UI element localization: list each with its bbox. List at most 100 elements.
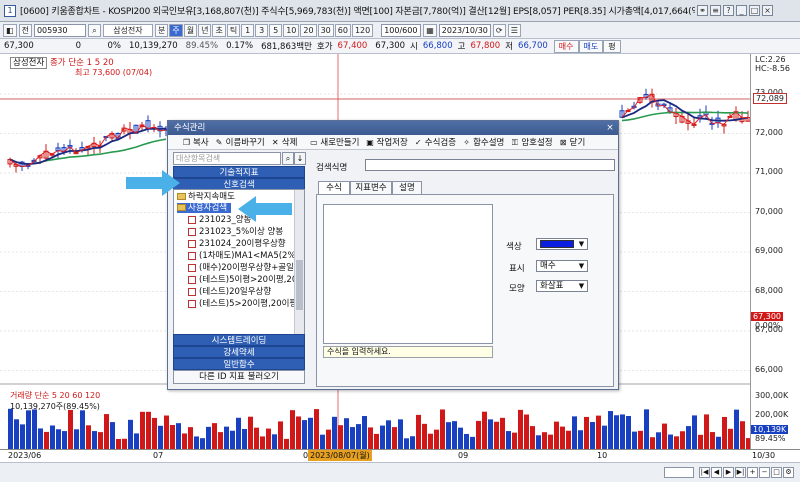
tree-item[interactable]: (테스트)20일우상향 [188, 287, 271, 297]
load-other-id-button[interactable]: 다른 ID 지표 불러오기 [173, 370, 305, 384]
sort-icon[interactable]: ↓ [294, 152, 306, 165]
scroll-thumb[interactable] [296, 260, 303, 310]
volume-bar [524, 414, 529, 449]
period-button[interactable]: 20 [300, 23, 317, 37]
tab-formula[interactable]: 수식 [318, 181, 350, 194]
volume-bar [170, 424, 175, 449]
tree-vertical-scrollbar[interactable] [294, 190, 304, 357]
volume-bar [608, 411, 613, 449]
color-swatch [540, 240, 574, 248]
name-label: 검색식명 [316, 163, 348, 173]
buy-button[interactable]: 매수 [553, 39, 579, 53]
prev-icon[interactable]: ◀ [711, 467, 722, 478]
volume-bar [710, 432, 715, 449]
color-select[interactable]: ▼ [536, 238, 588, 250]
period-button[interactable]: 120 [351, 23, 374, 37]
tree-item[interactable]: 231023_5%이상 양봉 [188, 227, 283, 237]
settings-icon[interactable]: ≡ [710, 5, 721, 16]
time-label: 10/30 [752, 451, 776, 460]
tab-variables[interactable]: 지표변수 [350, 181, 392, 194]
first-icon[interactable]: |◀ [699, 467, 710, 478]
date-input[interactable]: 2023/10/30 [438, 23, 491, 37]
refresh-icon[interactable]: ⟳ [492, 23, 506, 37]
flat-button[interactable]: 평 [603, 39, 621, 53]
tree-folder[interactable]: 하락지속매도 [177, 192, 235, 202]
tree-folder-selected[interactable]: 사용자검색 [177, 203, 232, 213]
volume-bar [440, 409, 445, 449]
scroll-slider[interactable] [664, 467, 694, 478]
search-input[interactable]: 대상항목검색 [173, 152, 281, 165]
tab-description[interactable]: 설명 [392, 181, 422, 194]
close-icon[interactable]: × [762, 5, 773, 16]
tree-item[interactable]: 231024_20이평우상향 [188, 239, 286, 249]
volume-bar [44, 431, 49, 449]
legend-name[interactable]: 삼성전자 [10, 57, 48, 69]
count-input[interactable]: 100/600 [381, 23, 422, 37]
tree-item[interactable]: (매수)20이평우상향+골일 [188, 263, 294, 273]
show-select[interactable]: 매수 ▼ [536, 260, 588, 272]
search-icon[interactable]: ⌕ [282, 152, 294, 165]
window-list-icon[interactable]: ◧ [3, 23, 17, 37]
zoom-in-icon[interactable]: + [747, 467, 758, 478]
link-icon[interactable]: ⚭ [697, 5, 708, 16]
volume-bar [350, 427, 355, 449]
dialog-title[interactable]: 수식관리 [168, 121, 618, 135]
maximize-icon[interactable]: □ [749, 5, 760, 16]
stock-code-input[interactable]: 005930 [33, 23, 86, 37]
next-icon[interactable]: ▶ [723, 467, 734, 478]
shape-select[interactable]: 화살표 ▼ [536, 280, 588, 292]
volume-title[interactable]: 거래량 단순 5 20 60 120 [10, 391, 100, 400]
dialog-close-icon[interactable]: × [605, 123, 615, 133]
category-general-functions[interactable]: 일반함수 [173, 358, 305, 370]
formula-editor[interactable] [323, 204, 493, 344]
last-icon[interactable]: ▶| [735, 467, 746, 478]
period-button[interactable]: 초 [212, 23, 226, 37]
calendar-icon[interactable]: ▦ [423, 23, 437, 37]
tree-item[interactable]: (테스트)5>20이평,20이평 [188, 299, 297, 309]
period-button[interactable]: 1 [241, 23, 255, 37]
volume-bar [140, 411, 145, 449]
period-button[interactable]: 월 [183, 23, 198, 37]
zoom-out-icon[interactable]: − [759, 467, 770, 478]
rename-button[interactable]: ✎ 이름바꾸기 [215, 136, 265, 149]
volume-bar [86, 425, 91, 449]
save-button[interactable]: ▣ 작업저장 [366, 136, 408, 149]
copy-button[interactable]: ❐ 복사 [182, 136, 209, 149]
volume-bar [506, 431, 511, 449]
tree-item[interactable]: (테스트)5이평>20이평,20 [188, 275, 297, 285]
verify-button[interactable]: ✓ 수식검증 [414, 136, 456, 149]
period-button[interactable]: 분 [154, 23, 169, 37]
fit-icon[interactable]: □ [771, 467, 782, 478]
new-button[interactable]: ▭ 새로만들기 [309, 136, 359, 149]
period-button[interactable]: 3 [255, 23, 269, 37]
menu-icon[interactable]: ☰ [507, 23, 521, 37]
prefix-select[interactable]: 전 [18, 23, 32, 37]
volume-bar [650, 437, 655, 449]
settings-icon[interactable]: ⚙ [783, 467, 794, 478]
period-button[interactable]: 틱 [226, 23, 241, 37]
volume-bar [92, 431, 97, 449]
stock-name-field[interactable]: 삼성전자 [102, 23, 153, 37]
help-icon[interactable]: ? [723, 5, 734, 16]
volume-bar [536, 435, 541, 449]
formula-name-input[interactable] [365, 159, 615, 171]
period-button[interactable]: 주 [169, 23, 183, 37]
volume-bar [602, 425, 607, 449]
period-button[interactable]: 년 [198, 23, 212, 37]
change-pct: 0% [107, 41, 122, 51]
function-help-button[interactable]: ✧ 함수설명 [462, 136, 504, 149]
period-button[interactable]: 60 [334, 23, 351, 37]
password-button[interactable]: ⚿ 암호설정 [510, 136, 553, 149]
period-button[interactable]: 10 [283, 23, 300, 37]
tree-item[interactable]: (1차매도)MA1<MA5(2%이 [188, 251, 303, 261]
close-button[interactable]: ⊠ 닫기 [559, 136, 586, 149]
delete-button[interactable]: ✕ 삭제 [271, 136, 298, 149]
sell-button[interactable]: 매도 [578, 39, 604, 53]
category-system-trading[interactable]: 시스템트레이딩 [173, 334, 305, 346]
category-strength[interactable]: 강세약세 [173, 346, 305, 358]
category-technical[interactable]: 기술적지표 [173, 166, 305, 178]
search-icon[interactable]: ⌕ [87, 23, 101, 37]
minimize-icon[interactable]: _ [736, 5, 747, 16]
period-button[interactable]: 30 [317, 23, 334, 37]
period-button[interactable]: 5 [269, 23, 283, 37]
